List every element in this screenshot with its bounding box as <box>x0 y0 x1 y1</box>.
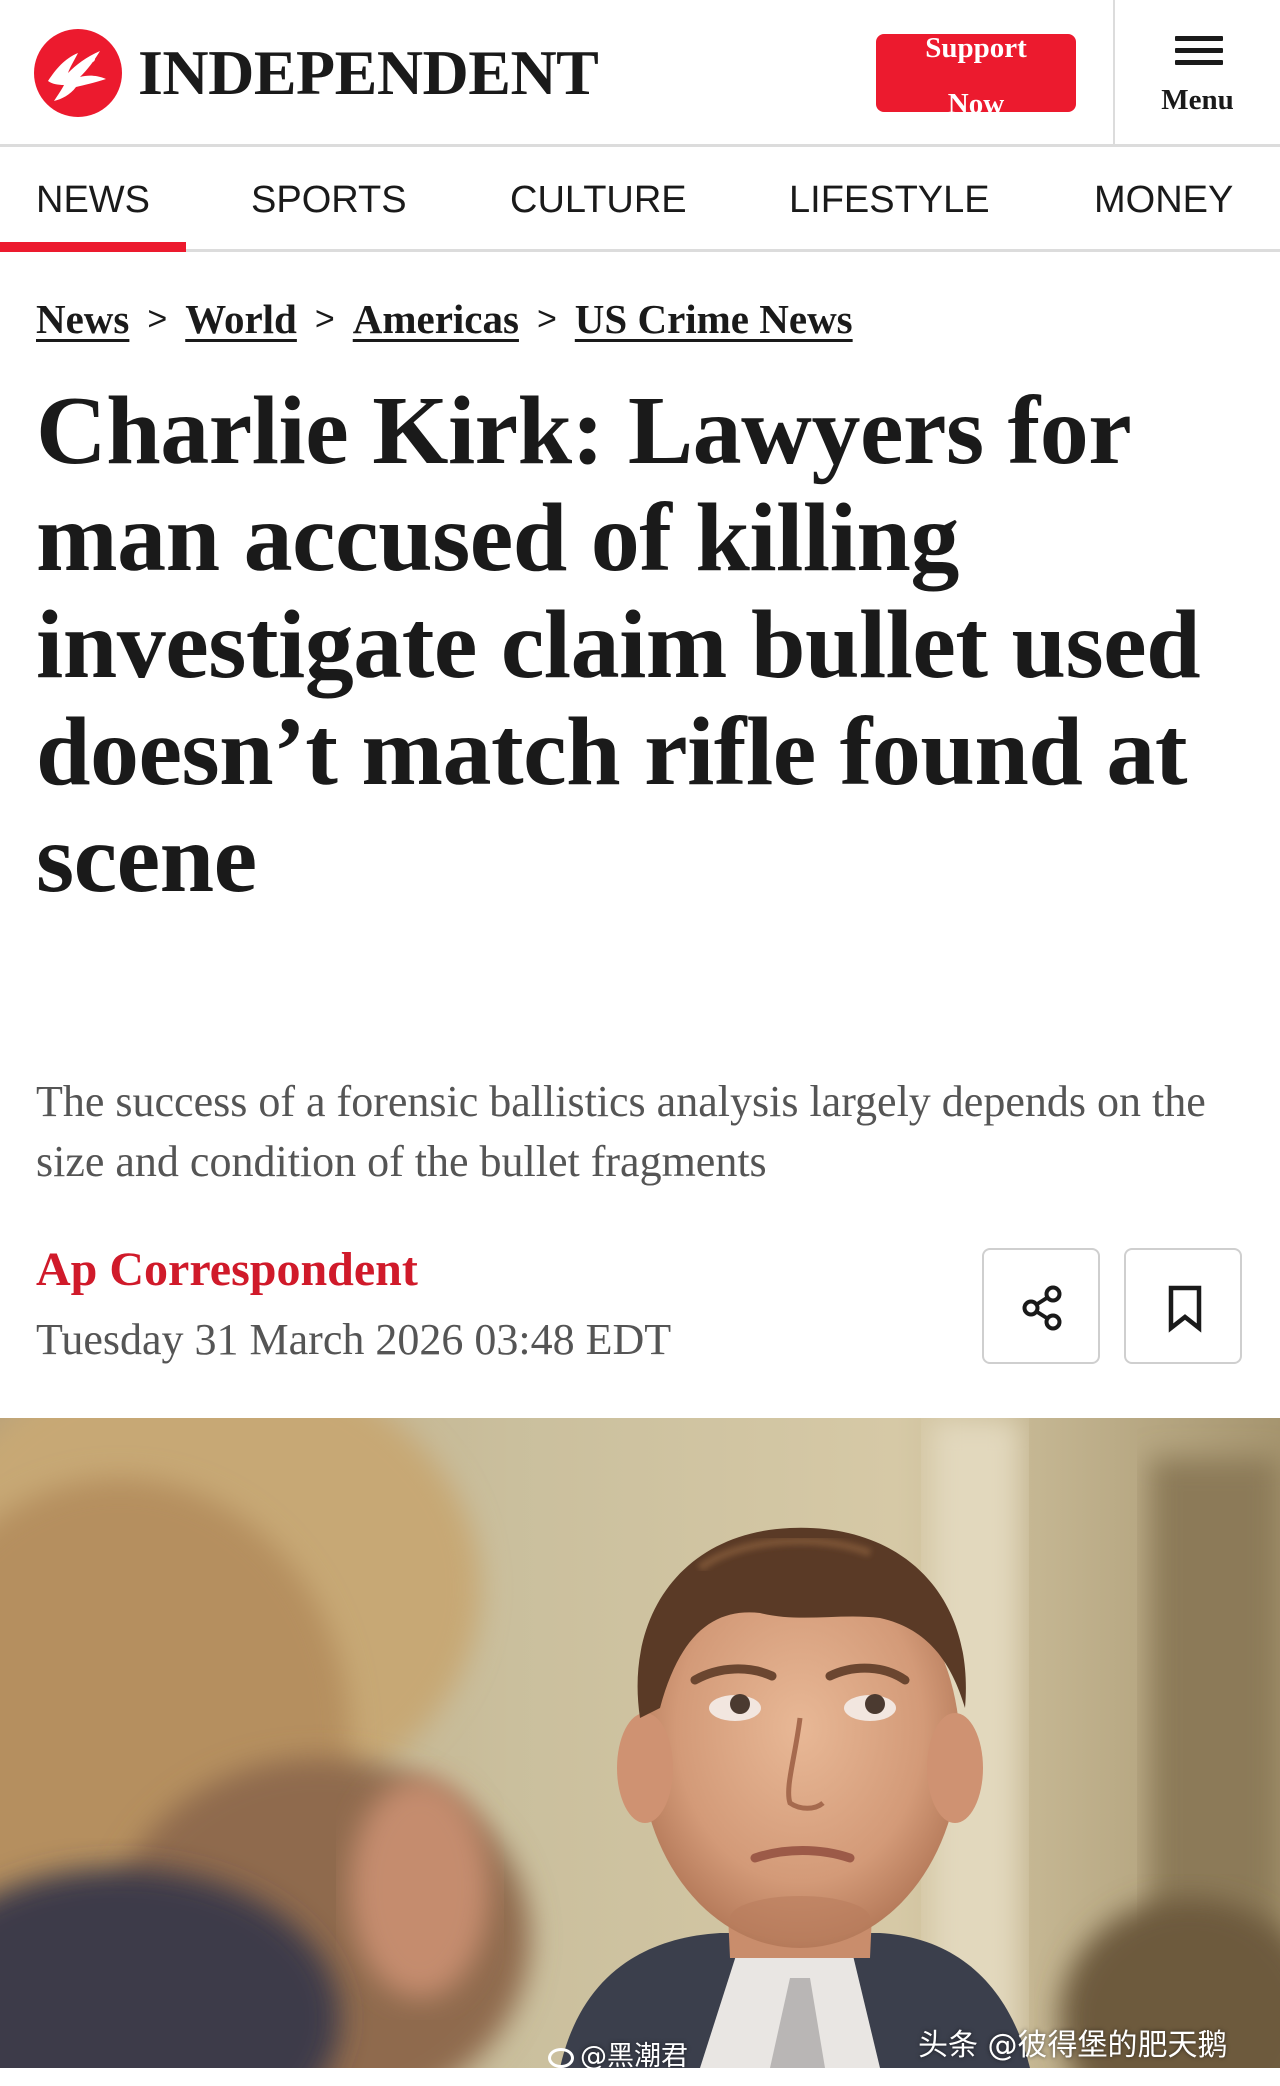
breadcrumb-americas[interactable]: Americas <box>353 295 519 343</box>
breadcrumb-separator: > <box>147 299 168 338</box>
tab-lifestyle[interactable]: LIFESTYLE <box>789 150 990 249</box>
breadcrumb-separator: > <box>314 299 335 338</box>
share-icon <box>1022 1285 1062 1331</box>
eagle-logo-icon <box>34 29 122 117</box>
article-hero-image <box>0 1418 1280 2068</box>
share-button[interactable] <box>982 1248 1100 1364</box>
breadcrumb-us-crime-news[interactable]: US Crime News <box>575 295 853 343</box>
hamburger-menu-icon <box>1175 36 1223 66</box>
breadcrumb-separator: > <box>536 299 557 338</box>
breadcrumb: News > World > Americas > US Crime News <box>36 294 853 344</box>
site-wordmark: INDEPENDENT <box>138 37 599 108</box>
article-standfirst: The success of a forensic ballistics ana… <box>36 1077 1206 1186</box>
breadcrumb-world[interactable]: World <box>185 295 297 343</box>
support-now-button[interactable]: Support Now <box>876 34 1076 112</box>
menu-button[interactable]: Menu <box>1115 0 1280 145</box>
tab-money[interactable]: MONEY <box>1094 150 1233 249</box>
toutiao-watermark: 头条 @彼得堡的肥天鹅 <box>918 2028 1228 2063</box>
tab-news[interactable]: NEWS <box>0 150 186 252</box>
bookmark-icon <box>1168 1285 1202 1333</box>
article-date: Tuesday 31 March 2026 03:48 EDT <box>36 1315 672 1364</box>
tab-sports[interactable]: SPORTS <box>251 150 407 249</box>
tab-culture[interactable]: CULTURE <box>510 150 687 249</box>
bottom-edge <box>0 2068 1280 2086</box>
bookmark-button[interactable] <box>1124 1248 1242 1364</box>
breadcrumb-news[interactable]: News <box>36 295 129 343</box>
article-headline: Charlie Kirk: Lawyers for man accused of… <box>36 377 1201 913</box>
support-now-label: Support Now <box>925 34 1027 112</box>
section-nav: NEWS SPORTS CULTURE LIFESTYLE MONEY <box>0 150 1280 252</box>
menu-label: Menu <box>1161 84 1234 116</box>
site-logo[interactable]: INDEPENDENT <box>34 28 599 118</box>
article-author[interactable]: Ap Correspondent <box>36 1242 418 1298</box>
weibo-icon <box>548 2047 574 2068</box>
site-header: INDEPENDENT Support Now Menu <box>0 0 1280 147</box>
